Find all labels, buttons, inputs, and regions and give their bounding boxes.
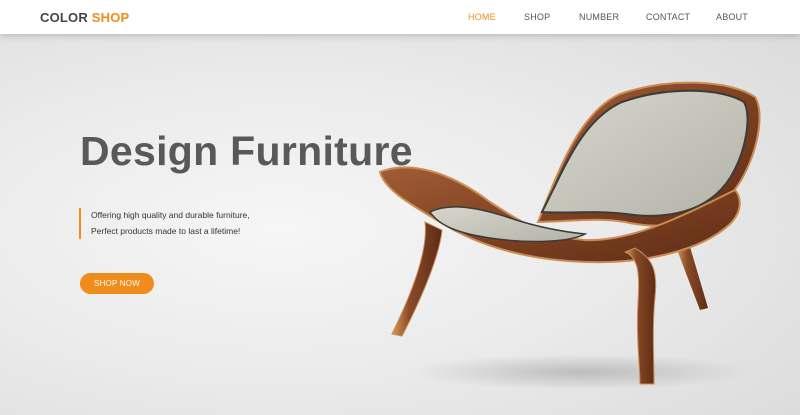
page: COLOR SHOP HOME SHOP NUMBER CONTACT ABOU… [0,0,800,415]
chair-image [378,81,761,390]
navbar: COLOR SHOP HOME SHOP NUMBER CONTACT ABOU… [0,0,800,34]
nav-number[interactable]: NUMBER [579,12,619,22]
hero-tagline: Offering high quality and durable furnit… [79,208,250,239]
hero-title: Design Furniture [80,128,413,174]
nav-shop[interactable]: SHOP [524,12,550,22]
nav-about[interactable]: ABOUT [716,12,748,22]
nav-contact[interactable]: CONTACT [646,12,690,22]
tagline-line-2: Perfect products made to last a lifetime… [91,225,241,236]
chair-left-leg [391,221,443,337]
tagline-line-1: Offering high quality and durable furnit… [91,210,250,220]
nav-home[interactable]: HOME [468,12,496,22]
main-nav: HOME SHOP NUMBER CONTACT ABOUT [0,12,800,26]
shop-now-button[interactable]: SHOP NOW [80,273,154,294]
chair-shadow [410,354,750,390]
